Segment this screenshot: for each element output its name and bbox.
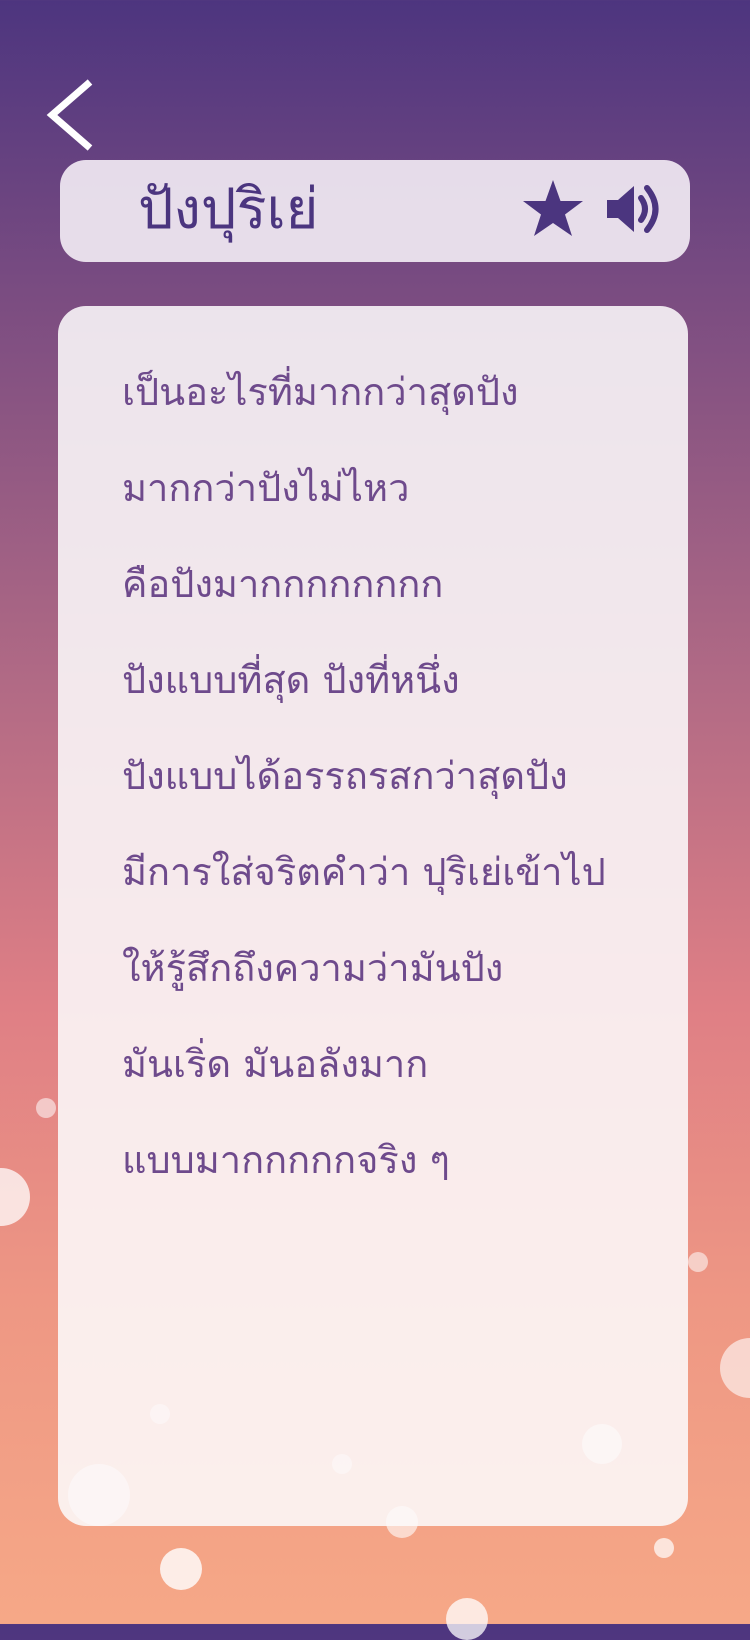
definition-line: มีการใส่จริตคำว่า ปุริเย่เข้าไป xyxy=(122,850,606,894)
definition-line: เป็นอะไรที่มากกว่าสุดปัง xyxy=(122,370,519,414)
speaker-icon xyxy=(607,185,659,233)
back-button[interactable] xyxy=(38,70,108,160)
favorite-button[interactable] xyxy=(522,178,584,240)
decorative-bubble xyxy=(0,1168,30,1226)
play-audio-button[interactable] xyxy=(604,178,666,240)
decorative-bubble xyxy=(654,1538,674,1558)
decorative-bubble xyxy=(446,1598,488,1640)
word-header-card: ปังปุริเย่ xyxy=(60,160,690,262)
decorative-bubble xyxy=(160,1548,202,1590)
definition-line: ปังแบบได้อรรถรสกว่าสุดปัง xyxy=(122,754,568,798)
definition-line: มากกว่าปังไม่ไหว xyxy=(122,466,410,510)
definition-line: ปังแบบที่สุด ปังที่หนึ่ง xyxy=(122,658,460,702)
decorative-bubble xyxy=(688,1252,708,1272)
word-title: ปังปุริเย่ xyxy=(138,177,319,242)
star-icon xyxy=(523,180,583,236)
definition-card: เป็นอะไรที่มากกว่าสุดปัง มากกว่าปังไม่ไห… xyxy=(58,306,688,1526)
definition-line: ให้รู้สึกถึงความว่ามันปัง xyxy=(122,946,504,990)
definition-line: มันเริ่ด มันอลังมาก xyxy=(122,1042,429,1086)
definition-lines: เป็นอะไรที่มากกว่าสุดปัง มากกว่าปังไม่ไห… xyxy=(122,344,606,1208)
definition-line: คือปังมากกกกกกกก xyxy=(122,562,444,606)
definition-line: แบบมากกกกกจริง ๆ xyxy=(122,1138,450,1182)
decorative-bubble xyxy=(36,1098,56,1118)
decorative-bubble xyxy=(720,1338,750,1398)
chevron-left-icon xyxy=(46,79,93,151)
